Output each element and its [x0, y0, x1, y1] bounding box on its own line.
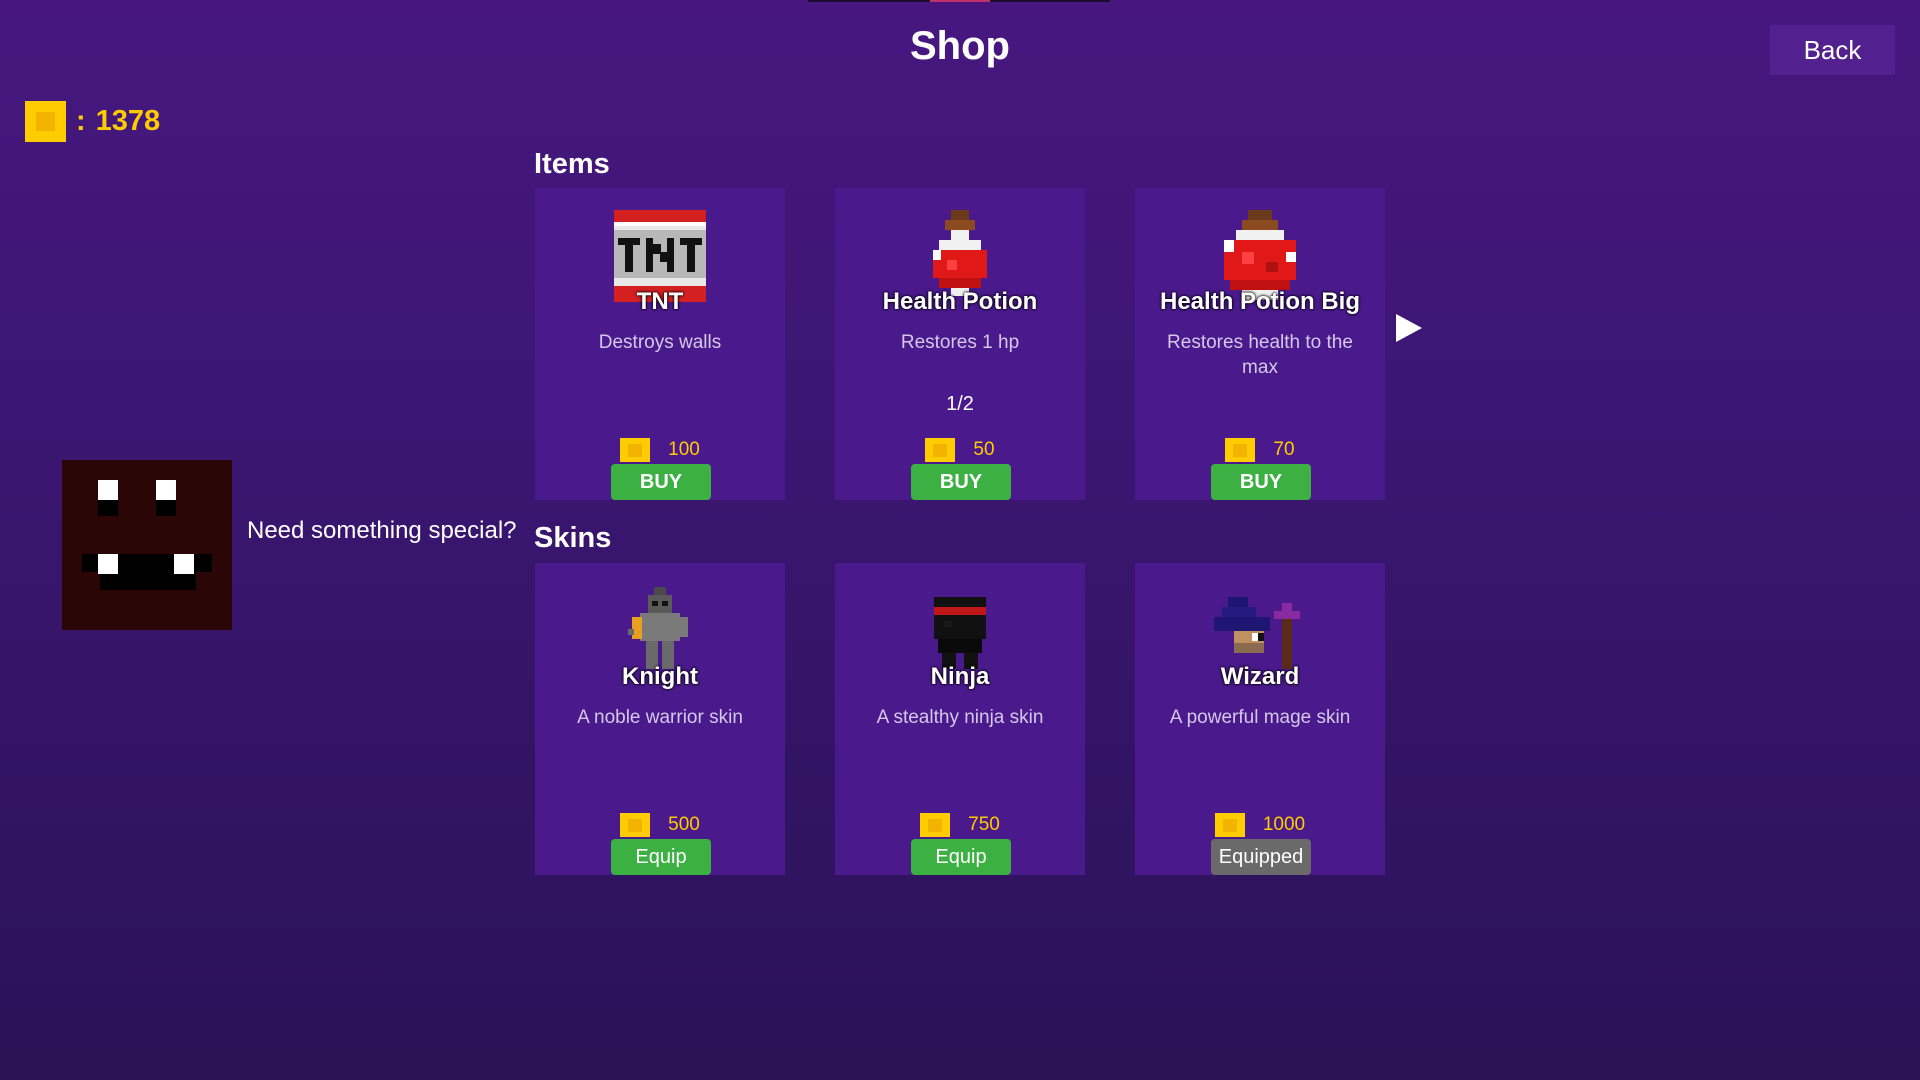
equipped-button-wizard[interactable]: Equipped: [1211, 839, 1311, 875]
buy-button-health-potion[interactable]: BUY: [911, 464, 1011, 500]
item-card-health-potion: Health Potion Restores 1 hp 1/2 50 BUY: [835, 188, 1085, 500]
coin-icon: [1225, 438, 1256, 462]
skin-price: 1000: [1135, 813, 1385, 837]
item-name: Health Potion: [882, 288, 1038, 315]
skin-description: A noble warrior skin: [577, 707, 743, 728]
shopkeeper-avatar: [62, 460, 232, 630]
coin-icon: [25, 100, 66, 142]
coin-counter: : 1378: [25, 100, 160, 142]
skin-name: Wizard: [1220, 663, 1300, 690]
buy-button-tnt[interactable]: BUY: [611, 464, 711, 500]
health-potion-icon: [933, 210, 987, 296]
coin-separator: :: [76, 104, 86, 137]
equip-button-ninja[interactable]: Equip: [911, 839, 1011, 875]
skin-price: 750: [835, 813, 1085, 837]
item-card-health-potion-big: Health Potion Big Restores health to the…: [1135, 188, 1385, 500]
skin-price: 500: [535, 813, 785, 837]
price-value: 500: [668, 814, 700, 835]
price-value: 100: [668, 439, 700, 460]
skin-card-knight: Knight A noble warrior skin 500 Equip: [535, 563, 785, 875]
coin-icon: [1214, 813, 1245, 837]
shopkeeper-dialogue: Need something special?: [247, 517, 517, 544]
coin-icon: [620, 813, 651, 837]
skin-name: Knight: [622, 663, 698, 690]
buy-button-health-potion-big[interactable]: BUY: [1211, 464, 1311, 500]
skin-card-wizard: Wizard A powerful mage skin 1000 Equippe…: [1135, 563, 1385, 875]
coin-icon: [920, 813, 951, 837]
item-description: Restores health to the max: [1167, 332, 1353, 378]
ninja-icon: [934, 597, 986, 669]
page-title: Shop: [910, 24, 1010, 68]
item-name: Health Potion Big: [1160, 288, 1360, 315]
coin-icon: [620, 438, 651, 462]
item-price: 70: [1135, 438, 1385, 462]
price-value: 70: [1273, 439, 1295, 460]
coin-icon: [925, 438, 956, 462]
item-card-tnt: TNT Destroys walls 100 BUY: [535, 188, 785, 500]
item-name: TNT: [636, 288, 684, 315]
item-price: 50: [835, 438, 1085, 462]
top-accent: [930, 0, 990, 2]
items-heading: Items: [534, 148, 610, 180]
page-indicator: 1/2: [946, 393, 974, 415]
wizard-icon: [1214, 597, 1300, 669]
skin-description: A stealthy ninja skin: [876, 707, 1044, 728]
item-price: 100: [535, 438, 785, 462]
skin-card-ninja: Ninja A stealthy ninja skin 750 Equip: [835, 563, 1085, 875]
skin-name: Ninja: [930, 663, 990, 690]
item-description: Destroys walls: [598, 332, 722, 353]
skin-description: A powerful mage skin: [1169, 707, 1351, 728]
equip-button-knight[interactable]: Equip: [611, 839, 711, 875]
price-value: 1000: [1262, 814, 1306, 835]
next-page-arrow-icon[interactable]: [1396, 314, 1422, 342]
back-button[interactable]: Back: [1770, 25, 1895, 75]
coin-amount: 1378: [95, 104, 161, 137]
item-description: Restores 1 hp: [900, 332, 1020, 353]
price-value: 750: [968, 814, 1000, 835]
price-value: 50: [973, 439, 995, 460]
skins-heading: Skins: [534, 522, 612, 554]
knight-icon: [628, 587, 688, 669]
